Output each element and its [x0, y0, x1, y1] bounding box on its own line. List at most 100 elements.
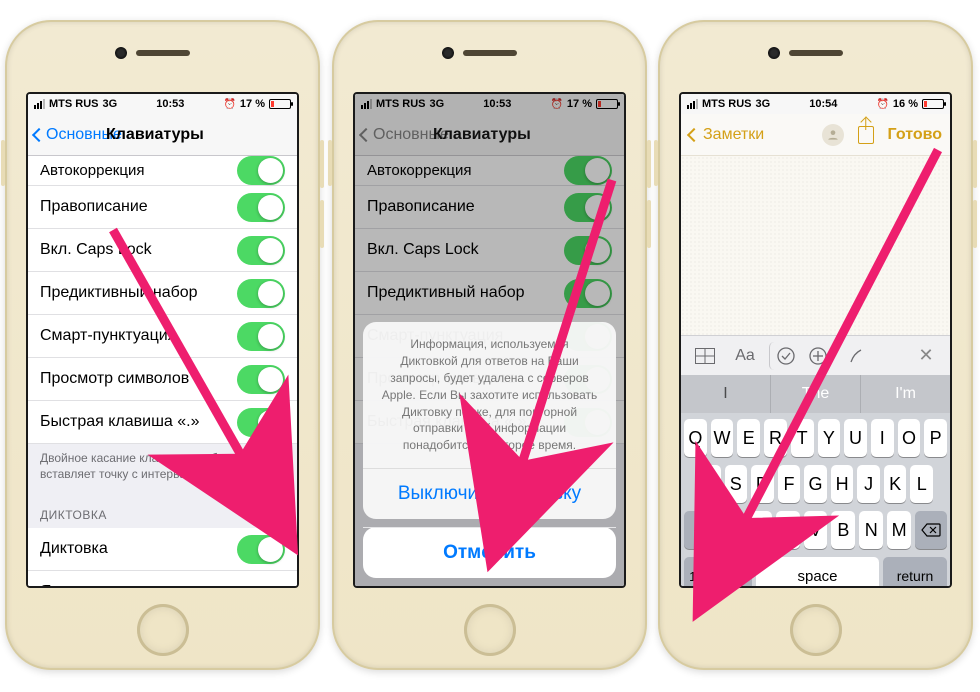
- footer-note: Двойное касание клавиши пробела вставляе…: [28, 444, 297, 494]
- signal-icon: [34, 99, 45, 109]
- home-button[interactable]: [464, 604, 516, 656]
- cell-capslock[interactable]: Вкл. Caps Lock: [28, 229, 297, 272]
- key-c[interactable]: C: [776, 511, 800, 549]
- key-t[interactable]: T: [791, 419, 814, 457]
- key-h[interactable]: H: [831, 465, 854, 503]
- key-g[interactable]: G: [804, 465, 827, 503]
- key-a[interactable]: A: [698, 465, 721, 503]
- space-key[interactable]: space: [756, 557, 879, 588]
- key-f[interactable]: F: [778, 465, 801, 503]
- battery-icon: [922, 99, 944, 109]
- share-icon[interactable]: [858, 126, 874, 144]
- battery-percent: 17 %: [240, 98, 265, 110]
- key-o[interactable]: O: [898, 419, 921, 457]
- key-k[interactable]: K: [884, 465, 907, 503]
- back-label: Основные: [46, 126, 122, 144]
- alarm-icon: ⏰: [876, 99, 888, 110]
- notes-back-button[interactable]: Заметки: [689, 126, 764, 144]
- cell-predictive[interactable]: Предиктивный набор: [28, 272, 297, 315]
- switch-spelling[interactable]: [237, 193, 285, 222]
- switch-smartpunct[interactable]: [237, 322, 285, 351]
- chevron-left-icon: [32, 127, 46, 141]
- cell-shortcut[interactable]: Быстрая клавиша «.»: [28, 401, 297, 444]
- key-q[interactable]: Q: [684, 419, 707, 457]
- key-j[interactable]: J: [857, 465, 880, 503]
- settings-list[interactable]: Автокоррекция Правописание Вкл. Caps Loc…: [28, 156, 297, 586]
- back-button[interactable]: Основные: [34, 126, 122, 144]
- cell-dictation[interactable]: Диктовка: [28, 528, 297, 571]
- kb-row-1: QWERTYUIOP: [684, 419, 947, 457]
- network-label: 3G: [103, 98, 118, 110]
- pred-1[interactable]: I: [681, 375, 771, 413]
- cell-autocorrect[interactable]: Автокоррекция: [28, 156, 297, 186]
- key-w[interactable]: W: [711, 419, 734, 457]
- kb-row-3: ZXCVBNM: [684, 511, 947, 549]
- key-n[interactable]: N: [859, 511, 883, 549]
- status-bar: MTS RUS 3G 10:54 ⏰ 16 %: [681, 94, 950, 114]
- status-bar: MTS RUS 3G 10:53 ⏰ 17 %: [28, 94, 297, 114]
- shift-key[interactable]: [684, 511, 716, 549]
- clock: 10:53: [156, 98, 184, 110]
- close-toolbar-icon[interactable]: ✕: [908, 342, 944, 370]
- chevron-left-icon: [687, 127, 701, 141]
- format-toolbar: Aa ✕: [681, 335, 950, 375]
- table-icon[interactable]: [687, 342, 723, 370]
- key-s[interactable]: S: [725, 465, 748, 503]
- phone-2: MTS RUS 3G 10:53 ⏰ 17 % Основные Клавиат…: [332, 20, 647, 670]
- switch-shortcut[interactable]: [237, 408, 285, 437]
- key-z[interactable]: Z: [720, 511, 744, 549]
- switch-capslock[interactable]: [237, 236, 285, 265]
- cell-spelling[interactable]: Правописание: [28, 186, 297, 229]
- draw-icon[interactable]: [840, 342, 876, 370]
- key-u[interactable]: U: [844, 419, 867, 457]
- key-v[interactable]: V: [804, 511, 828, 549]
- home-button[interactable]: [790, 604, 842, 656]
- key-y[interactable]: Y: [818, 419, 841, 457]
- screen-3: MTS RUS 3G 10:54 ⏰ 16 % Заметки Готово: [679, 92, 952, 588]
- switch-dictation[interactable]: [237, 535, 285, 564]
- cell-smartpunct[interactable]: Смарт-пунктуация: [28, 315, 297, 358]
- key-m[interactable]: M: [887, 511, 911, 549]
- sheet-cancel-button[interactable]: Отменить: [363, 527, 616, 578]
- key-i[interactable]: I: [871, 419, 894, 457]
- add-icon[interactable]: [800, 342, 836, 370]
- sheet-disable-button[interactable]: Выключить Диктовку: [363, 469, 616, 519]
- collaborate-icon[interactable]: [822, 124, 844, 146]
- clock: 10:54: [809, 98, 837, 110]
- switch-predictive[interactable]: [237, 279, 285, 308]
- switch-charpreview[interactable]: [237, 365, 285, 394]
- key-l[interactable]: L: [910, 465, 933, 503]
- key-e[interactable]: E: [737, 419, 760, 457]
- predictive-bar: I The I'm: [681, 375, 950, 413]
- keyboard: QWERTYUIOP ASDFGHJKL ZXCVBNM 123 space r…: [681, 413, 950, 586]
- numbers-key[interactable]: 123: [684, 557, 716, 588]
- carrier-label: MTS RUS: [49, 98, 99, 110]
- stage: MTS RUS 3G 10:53 ⏰ 17 % Основные Клавиат…: [0, 0, 980, 692]
- action-sheet: Информация, используемая Диктовкой для о…: [363, 322, 616, 578]
- key-d[interactable]: D: [751, 465, 774, 503]
- switch-autocorrect[interactable]: [237, 156, 285, 185]
- cell-dictation-langs[interactable]: Языки диктовки: [28, 571, 297, 586]
- key-r[interactable]: R: [764, 419, 787, 457]
- cell-charpreview[interactable]: Просмотр символов: [28, 358, 297, 401]
- notes-nav: Заметки Готово: [681, 114, 950, 156]
- backspace-key[interactable]: [915, 511, 947, 549]
- return-key[interactable]: return: [883, 557, 947, 588]
- done-button[interactable]: Готово: [888, 126, 942, 144]
- pred-3[interactable]: I'm: [861, 375, 950, 413]
- screen-2: MTS RUS 3G 10:53 ⏰ 17 % Основные Клавиат…: [353, 92, 626, 588]
- globe-key[interactable]: [720, 557, 752, 588]
- kb-row-2: ASDFGHJKL: [684, 465, 947, 503]
- signal-icon: [687, 99, 698, 109]
- key-p[interactable]: P: [924, 419, 947, 457]
- checklist-icon[interactable]: [769, 342, 796, 370]
- alarm-icon: ⏰: [223, 99, 235, 110]
- section-dictation: ДИКТОВКА: [28, 494, 297, 528]
- key-x[interactable]: X: [748, 511, 772, 549]
- text-style-button[interactable]: Aa: [727, 342, 763, 370]
- key-b[interactable]: B: [831, 511, 855, 549]
- nav-bar: Основные Клавиатуры: [28, 114, 297, 156]
- home-button[interactable]: [137, 604, 189, 656]
- screen-1: MTS RUS 3G 10:53 ⏰ 17 % Основные Клавиат…: [26, 92, 299, 588]
- pred-2[interactable]: The: [771, 375, 861, 413]
